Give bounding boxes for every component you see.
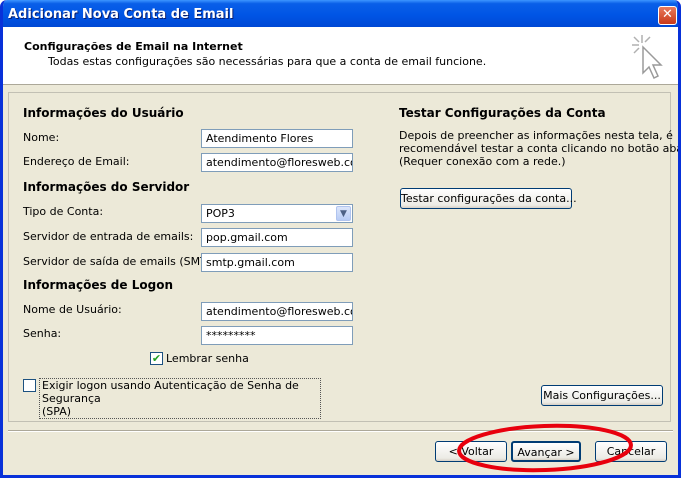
- header-title: Configurações de Email na Internet: [24, 40, 243, 53]
- chevron-down-icon[interactable]: ▼: [336, 206, 351, 221]
- wizard-header: Configurações de Email na Internet Todas…: [3, 27, 678, 85]
- incoming-server-label: Servidor de entrada de emails:: [23, 230, 194, 243]
- outgoing-server-field[interactable]: smtp.gmail.com: [201, 253, 353, 272]
- title-bar: Adicionar Nova Conta de Email ✕: [3, 0, 678, 30]
- spa-label-line2: (SPA): [42, 405, 72, 418]
- password-label: Senha:: [23, 327, 62, 340]
- email-field[interactable]: atendimento@floresweb.com.: [201, 153, 353, 172]
- username-label: Nome de Usuário:: [23, 303, 122, 316]
- dialog-window: Adicionar Nova Conta de Email ✕ Configur…: [0, 0, 681, 478]
- email-label: Endereço de Email:: [23, 155, 130, 168]
- test-settings-heading: Testar Configurações da Conta: [399, 106, 606, 120]
- user-info-heading: Informações do Usuário: [23, 106, 184, 120]
- outgoing-server-label: Servidor de saída de emails (SMTP):: [23, 255, 222, 268]
- close-button[interactable]: ✕: [658, 6, 677, 25]
- test-description-line2: recomendável testar a conta clicando no …: [399, 142, 681, 155]
- password-field[interactable]: *********: [201, 326, 353, 345]
- logon-info-heading: Informações de Logon: [23, 278, 173, 292]
- incoming-server-field[interactable]: pop.gmail.com: [201, 228, 353, 247]
- spa-label[interactable]: Exigir logon usando Autenticação de Senh…: [39, 378, 321, 419]
- test-description-line1: Depois de preencher as informações nesta…: [399, 129, 673, 142]
- test-account-button[interactable]: Testar configurações da conta...: [400, 188, 577, 209]
- account-type-select[interactable]: POP3 ▼: [201, 204, 353, 223]
- more-settings-button[interactable]: Mais Configurações...: [541, 385, 663, 406]
- header-subtitle: Todas estas configurações são necessária…: [48, 55, 487, 68]
- username-field[interactable]: atendimento@floresweb.com.: [201, 302, 353, 321]
- test-description-line3: (Requer conexão com a rede.): [399, 155, 566, 168]
- name-field[interactable]: Atendimento Flores: [201, 129, 353, 148]
- cursor-sparkle-icon: [632, 35, 663, 80]
- server-info-heading: Informações do Servidor: [23, 180, 190, 194]
- remember-password-checkbox[interactable]: ✔: [150, 352, 163, 365]
- account-type-value: POP3: [206, 207, 235, 220]
- highlight-ellipse: [457, 423, 633, 473]
- remember-password-label[interactable]: Lembrar senha: [166, 352, 249, 365]
- spa-label-line1: Exigir logon usando Autenticação de Senh…: [42, 379, 299, 405]
- spa-checkbox[interactable]: [23, 379, 36, 392]
- window-title: Adicionar Nova Conta de Email: [8, 7, 234, 22]
- name-label: Nome:: [23, 131, 60, 144]
- account-type-label: Tipo de Conta:: [23, 205, 104, 218]
